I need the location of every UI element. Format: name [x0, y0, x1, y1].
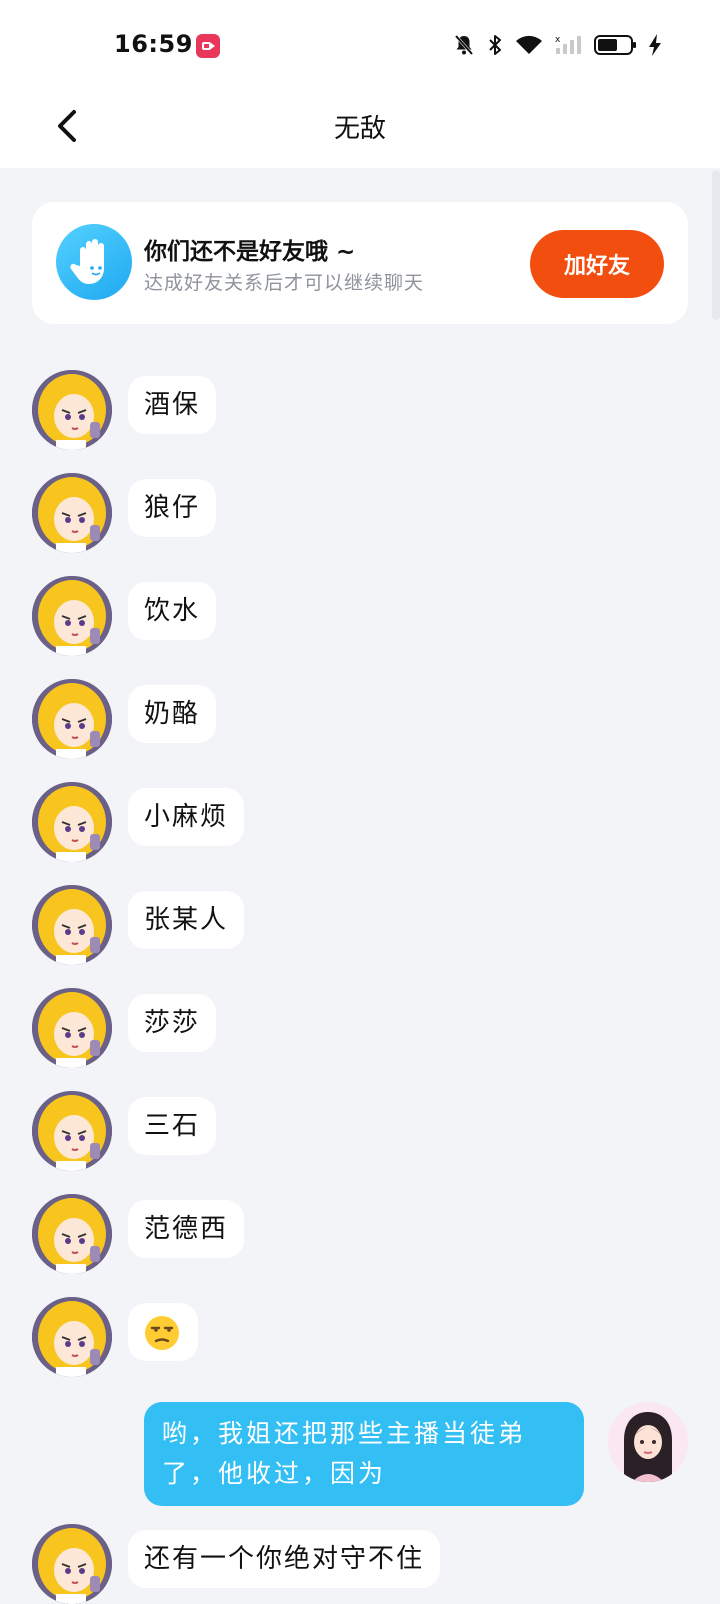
friend-request-card: 你们还不是好友哦 ~ 达成好友关系后才可以继续聊天 加好友 [32, 202, 688, 324]
chat-title: 无敌 [333, 114, 386, 144]
status-bar: 16:59 x [0, 0, 720, 90]
friend-card-title: 你们还不是好友哦 ~ [144, 239, 356, 265]
chat-header: 无敌 [0, 90, 720, 168]
my-avatar[interactable] [608, 1402, 688, 1482]
svg-text:x: x [555, 35, 561, 45]
avatar[interactable] [32, 679, 112, 759]
message-bubble[interactable]: 狼仔 [128, 479, 217, 537]
message-bubble[interactable] [128, 1303, 198, 1361]
screen-record-icon [196, 34, 220, 58]
avatar[interactable] [32, 473, 112, 553]
message-bubble[interactable]: 酒保 [128, 376, 217, 434]
avatar[interactable] [32, 782, 112, 862]
scroll-indicator [712, 170, 720, 320]
message-bubble[interactable]: 莎莎 [128, 994, 217, 1052]
message-bubble[interactable]: 范德西 [128, 1200, 245, 1258]
unamused-face-emoji [145, 1316, 179, 1350]
avatar[interactable] [32, 576, 112, 656]
add-friend-button[interactable]: 加好友 [530, 230, 664, 298]
avatar[interactable] [32, 370, 112, 450]
avatar[interactable] [32, 1091, 112, 1171]
status-time: 16:59 [114, 30, 193, 58]
message-bubble[interactable]: 还有一个你绝对守不住 [128, 1530, 441, 1588]
battery-icon [594, 35, 636, 55]
outgoing-message-bubble[interactable]: 哟，我姐还把那些主播当徒弟了，他收过，因为 [144, 1402, 584, 1506]
message-bubble[interactable]: 奶酪 [128, 685, 217, 743]
friend-card-subtitle: 达成好友关系后才可以继续聊天 [144, 272, 425, 294]
avatar[interactable] [32, 885, 112, 965]
avatar[interactable] [32, 1194, 112, 1274]
notification-muted-icon [454, 35, 474, 55]
message-bubble[interactable]: 张某人 [128, 891, 245, 949]
message-bubble[interactable]: 饮水 [128, 582, 217, 640]
avatar[interactable] [32, 1297, 112, 1377]
status-icons: x [452, 30, 662, 60]
hand-wave-icon [56, 224, 132, 300]
avatar[interactable] [32, 1524, 112, 1604]
avatar[interactable] [32, 988, 112, 1068]
wifi-icon [516, 35, 542, 54]
message-bubble[interactable]: 三石 [128, 1097, 217, 1155]
bluetooth-icon [489, 35, 501, 55]
charging-icon [649, 34, 661, 56]
cellular-signal-icon: x [555, 35, 581, 54]
message-bubble[interactable]: 小麻烦 [128, 788, 245, 846]
